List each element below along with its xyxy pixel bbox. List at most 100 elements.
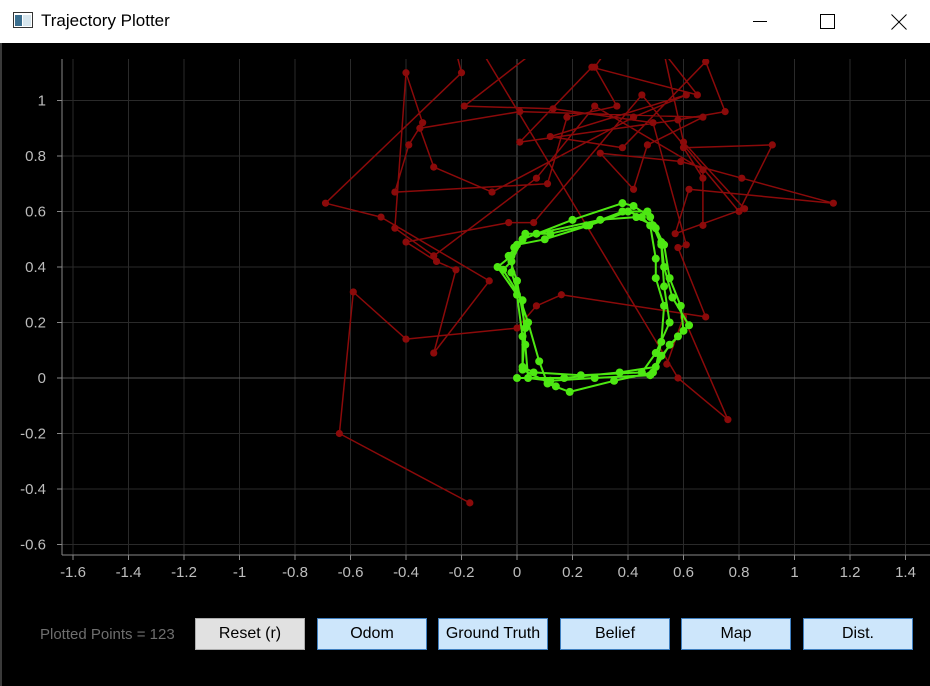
belief-button[interactable]: Belief xyxy=(560,618,670,650)
x-tick-label: 0.4 xyxy=(618,564,639,581)
series-2-point xyxy=(521,229,530,238)
series-1-point xyxy=(674,243,682,252)
series-1-point xyxy=(513,324,521,332)
series-2-point xyxy=(543,379,552,388)
series-1-point xyxy=(663,360,671,368)
series-1-point xyxy=(638,91,646,99)
series-1-point xyxy=(516,108,524,116)
trajectory-plot[interactable]: -1.6 -1.4 -1.2 -1 -0.8 -0.6 -0.4 -0.2 0 0.2 0.4 0.6… xyxy=(0,43,930,603)
series-2-point xyxy=(551,382,560,391)
series-2-point xyxy=(676,301,685,310)
series-1-point xyxy=(629,185,638,193)
series-1-point xyxy=(402,69,410,77)
y-tick-label: 0.4 xyxy=(25,259,46,276)
series-1-point xyxy=(452,266,460,274)
series-2-point xyxy=(513,374,521,382)
series-1-point xyxy=(430,163,438,171)
close-button[interactable] xyxy=(875,0,921,43)
y-tick-label: 0 xyxy=(38,370,46,387)
series-1-point xyxy=(629,113,638,121)
dist-button[interactable]: Dist. xyxy=(803,618,913,650)
title-bar: Trajectory Plotter xyxy=(0,0,930,43)
minimize-icon xyxy=(753,21,767,22)
map-button[interactable]: Map xyxy=(681,618,791,650)
series-2-point xyxy=(679,326,688,335)
series-1-point xyxy=(702,59,710,66)
series-2-point xyxy=(637,368,646,377)
y-tick-label: 0.6 xyxy=(25,204,46,221)
series-1-point xyxy=(391,188,399,196)
maximize-icon xyxy=(820,14,835,29)
close-icon xyxy=(891,14,907,30)
series-2-point xyxy=(582,221,591,230)
x-tick-label: 1.4 xyxy=(895,564,916,581)
x-tick-label: -1 xyxy=(233,564,246,581)
series-1-point xyxy=(402,335,410,343)
series-1-point xyxy=(735,207,743,216)
series-1-point xyxy=(321,199,330,207)
series-1-point xyxy=(591,63,599,71)
series-1-point xyxy=(829,199,837,207)
y-tick-label: -0.6 xyxy=(20,537,46,554)
x-tick-label: 1 xyxy=(790,564,798,581)
series-2-point xyxy=(507,268,516,277)
plotted-points-status: Plotted Points = 123 xyxy=(40,626,175,643)
y-tick-label: 0.2 xyxy=(25,315,46,332)
series-1-point xyxy=(546,132,554,141)
reset-button[interactable]: Reset (r) xyxy=(195,618,305,650)
series-1-point xyxy=(721,108,729,116)
series-1-point xyxy=(724,416,732,424)
series-1-point xyxy=(679,144,688,152)
x-tick-label: 0.8 xyxy=(729,564,750,581)
series-1-point xyxy=(682,91,690,99)
y-tick-label: 1 xyxy=(38,93,46,110)
series-2-point xyxy=(568,215,577,224)
series-1-point xyxy=(516,138,524,146)
series-2-point xyxy=(643,207,652,216)
series-2-point xyxy=(657,337,666,346)
series-1-point xyxy=(419,119,427,127)
y-tick-label: -0.2 xyxy=(20,426,46,443)
x-tick-label: -0.8 xyxy=(282,564,308,581)
series-1-point xyxy=(432,257,441,266)
series-2-point xyxy=(665,318,674,327)
series-1-point xyxy=(430,349,438,357)
odom-button[interactable]: Odom xyxy=(317,618,427,650)
series-2-point xyxy=(546,229,555,238)
series-1-point xyxy=(563,113,571,121)
series-1-point xyxy=(530,219,538,227)
x-tick-label: 0.2 xyxy=(562,564,583,581)
series-1-point xyxy=(699,174,707,182)
series-1-point xyxy=(457,69,466,77)
series-1-point xyxy=(649,119,657,127)
series-1-point xyxy=(591,102,599,110)
series-1-point xyxy=(613,102,621,110)
series-2-point xyxy=(493,263,502,271)
y-tick-label: -0.4 xyxy=(20,481,46,498)
series-1-point xyxy=(699,113,707,121)
series-1-point xyxy=(532,174,541,182)
maximize-button[interactable] xyxy=(804,0,850,43)
minimize-button[interactable] xyxy=(737,0,783,43)
ground-truth-button[interactable]: Ground Truth xyxy=(438,618,548,650)
series-2-point xyxy=(665,274,674,283)
x-tick-label: -0.6 xyxy=(338,564,364,581)
series-2-point xyxy=(513,290,521,299)
window-title: Trajectory Plotter xyxy=(41,11,170,30)
series-1-point xyxy=(677,157,685,166)
series-2-point xyxy=(560,374,569,382)
series-2-point xyxy=(668,293,677,302)
series-1-point xyxy=(488,188,496,196)
series-2-point xyxy=(590,374,599,382)
series-1-point xyxy=(402,238,410,246)
series-2-point xyxy=(615,368,624,377)
series-1-point xyxy=(674,374,682,382)
series-1-point xyxy=(532,302,541,310)
series-1-point xyxy=(460,102,468,110)
series-1-point xyxy=(643,141,652,149)
series-1-point xyxy=(693,91,701,99)
series-1-point xyxy=(485,277,493,285)
series-2-point xyxy=(651,274,660,283)
series-1-point xyxy=(391,224,399,232)
series-1-point xyxy=(505,219,513,227)
